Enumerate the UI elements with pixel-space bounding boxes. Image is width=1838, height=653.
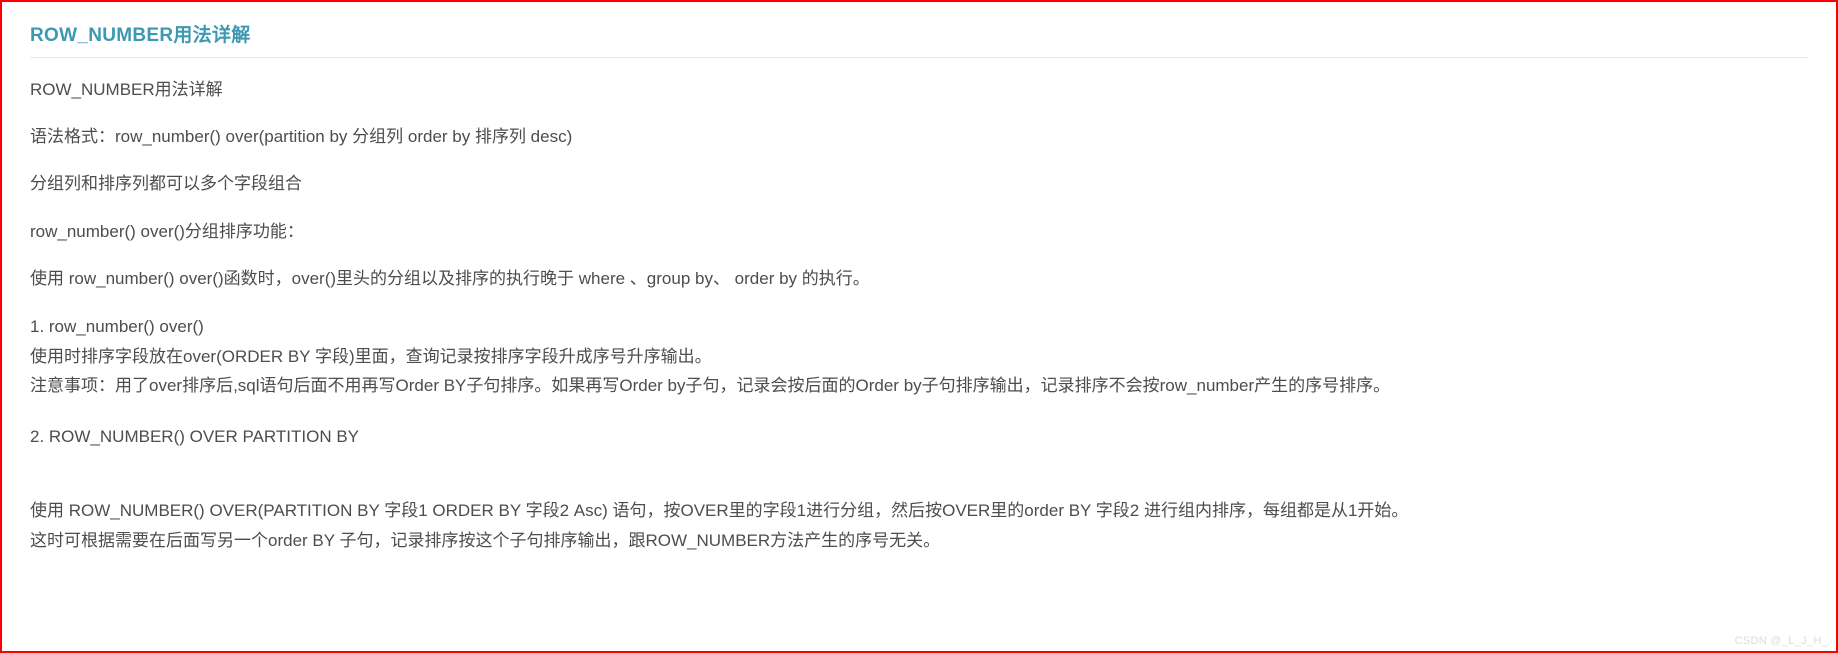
section-title: ROW_NUMBER用法详解 (30, 20, 1808, 58)
watermark: CSDN @_L_J_H_ (1735, 635, 1828, 647)
spacer (30, 470, 1808, 496)
usage2-title: 2. ROW_NUMBER() OVER PARTITION BY (30, 423, 1808, 450)
document-frame: ROW_NUMBER用法详解 ROW_NUMBER用法详解 语法格式：row_n… (0, 0, 1838, 653)
document-content: ROW_NUMBER用法详解 ROW_NUMBER用法详解 语法格式：row_n… (8, 8, 1830, 645)
block-usage-1: 1. row_number() over() 使用时排序字段放在over(ORD… (30, 312, 1808, 401)
paragraph-heading-repeat: ROW_NUMBER用法详解 (30, 76, 1808, 103)
usage2-note: 这时可根据需要在后面写另一个order BY 子句，记录排序按这个子句排序输出，… (30, 526, 1808, 556)
paragraph-execution-order: 使用 row_number() over()函数时，over()里头的分组以及排… (30, 265, 1808, 292)
paragraph-fields-combo: 分组列和排序列都可以多个字段组合 (30, 170, 1808, 197)
block-usage-2: 使用 ROW_NUMBER() OVER(PARTITION BY 字段1 OR… (30, 496, 1808, 556)
usage1-desc: 使用时排序字段放在over(ORDER BY 字段)里面，查询记录按排序字段升成… (30, 342, 1808, 372)
usage1-title: 1. row_number() over() (30, 312, 1808, 342)
usage2-desc: 使用 ROW_NUMBER() OVER(PARTITION BY 字段1 OR… (30, 496, 1808, 526)
paragraph-function-desc: row_number() over()分组排序功能： (30, 218, 1808, 245)
usage1-note: 注意事项：用了over排序后,sql语句后面不用再写Order BY子句排序。如… (30, 371, 1808, 401)
paragraph-syntax: 语法格式：row_number() over(partition by 分组列 … (30, 123, 1808, 150)
